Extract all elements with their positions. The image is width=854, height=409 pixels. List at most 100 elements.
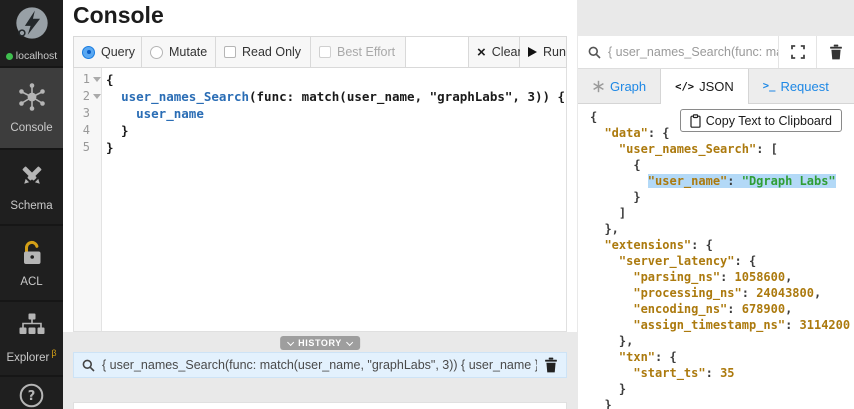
json-line: "txn": { (618, 350, 677, 364)
history-entry-text: { user_names_Search(func: match(user_nam… (102, 358, 537, 372)
radio-selected-icon (82, 45, 95, 59)
tree-icon (18, 313, 46, 343)
code-line: 1{ (82, 72, 114, 87)
results-query-bar: { user_names_Search(func: match(... (578, 36, 854, 69)
lock-icon (19, 239, 45, 271)
run-button-label: Run (543, 45, 566, 59)
history-toggle[interactable]: HISTORY (280, 336, 360, 350)
json-line: "parsing_ns": 1058600, (633, 270, 793, 284)
json-line: } (590, 382, 627, 396)
chevron-down-icon (345, 338, 353, 346)
sidebar-item-localhost[interactable]: localhost (0, 0, 63, 66)
json-lines: { "data": { "user_names_Search": [ { "us… (590, 109, 854, 409)
json-line: "start_ts": 35 (633, 366, 735, 380)
json-line: } (590, 190, 641, 204)
tab-graph[interactable]: Graph (578, 69, 660, 103)
fold-arrow-icon[interactable] (92, 77, 101, 82)
ratel-console-screen: localhost Console Schema ACL Explorer β … (0, 0, 854, 409)
results-panel: { user_names_Search(func: match(... (578, 0, 854, 409)
json-line: }, (590, 222, 619, 236)
json-view[interactable]: { "data": { "user_names_Search": [ { "us… (578, 104, 854, 409)
play-icon (528, 47, 537, 57)
terminal-icon: >_ (762, 80, 776, 92)
sidebar-item-help[interactable]: ? (0, 375, 63, 409)
results-tabs: Graph </> JSON >_ Request (578, 69, 854, 104)
console-panel: Console Query Mutate Read Only Best Effo… (63, 0, 577, 409)
json-line: { (590, 158, 641, 172)
read-only-label: Read Only (242, 45, 302, 59)
code-line: 3 user_name (82, 106, 204, 121)
fold-arrow-icon[interactable] (92, 94, 101, 99)
chevron-down-icon (287, 338, 295, 346)
clipboard-icon (690, 113, 701, 128)
sidebar: localhost Console Schema ACL Explorer β … (0, 0, 63, 409)
sidebar-item-schema[interactable]: Schema (0, 148, 63, 224)
graph-icon (592, 80, 605, 93)
json-line: "server_latency": { (618, 254, 757, 268)
json-line: ] (590, 206, 627, 220)
json-line: "processing_ns": 24043800, (633, 286, 822, 300)
toolbar-spacer (406, 37, 469, 67)
connection-status-dot (5, 52, 13, 60)
search-icon (82, 359, 95, 372)
copy-button-label: Copy Text to Clipboard (705, 113, 832, 128)
sidebar-item-label: Schema (10, 200, 53, 212)
dgraph-logo-icon (13, 4, 51, 47)
json-line: "encoding_ns": 678900, (633, 302, 793, 316)
code-line: 2 user_names_Search(func: match(user_nam… (82, 89, 566, 104)
mutate-mode-label: Mutate (169, 45, 208, 59)
tab-json[interactable]: </> JSON (660, 69, 749, 104)
code-line: 4 } (82, 123, 129, 138)
clear-button[interactable]: × Clear (469, 37, 522, 67)
query-mode-label: Query (101, 45, 136, 59)
sidebar-item-label: Console (10, 122, 53, 134)
best-effort-checkbox[interactable]: Best Effort (311, 37, 406, 67)
query-mode-radio[interactable]: Query (74, 37, 142, 67)
code-icon: </> (675, 80, 695, 93)
page-title: Console (73, 2, 164, 28)
query-toolbar: Query Mutate Read Only Best Effort × Cle… (73, 36, 567, 68)
json-line: }, (590, 334, 634, 348)
sidebar-item-explorer[interactable]: Explorer β (0, 300, 63, 375)
code-line: 5} (82, 140, 114, 155)
results-query-preview: { user_names_Search(func: match(... (608, 45, 778, 59)
delete-result-button[interactable] (816, 36, 854, 68)
checkbox-icon (224, 46, 236, 58)
copy-to-clipboard-button[interactable]: Copy Text to Clipboard (679, 109, 842, 132)
fullscreen-icon (790, 45, 805, 59)
radio-unselected-icon (150, 45, 163, 59)
trash-icon (829, 44, 843, 60)
history-entry-partial[interactable] (73, 402, 567, 409)
history-toggle-label: HISTORY (298, 338, 342, 348)
search-icon (578, 46, 601, 59)
x-icon: × (477, 43, 486, 61)
sidebar-item-console[interactable]: Console (0, 66, 63, 148)
sidebar-item-acl[interactable]: ACL (0, 224, 63, 300)
run-button[interactable]: Run (520, 37, 566, 67)
svg-text:?: ? (28, 389, 36, 404)
tab-json-label: JSON (699, 79, 734, 94)
beta-badge: β (51, 348, 57, 359)
tab-graph-label: Graph (610, 78, 647, 94)
read-only-checkbox[interactable]: Read Only (216, 37, 311, 67)
sidebar-item-label: localhost (15, 50, 58, 62)
help-icon: ? (19, 383, 44, 409)
json-line: "assign_timestamp_ns": 3114200 (633, 318, 851, 332)
history-entry[interactable]: { user_names_Search(func: match(user_nam… (73, 352, 567, 378)
best-effort-label: Best Effort (337, 45, 396, 59)
mutate-mode-radio[interactable]: Mutate (142, 37, 216, 67)
pencils-icon (18, 162, 46, 195)
tab-request[interactable]: >_ Request (749, 69, 843, 103)
sidebar-item-label: ACL (20, 275, 43, 288)
sidebar-item-label: Explorer β (6, 348, 57, 364)
json-line: "user_name": "Dgraph Labs" (647, 174, 836, 188)
query-editor[interactable]: 1{ 2 user_names_Search(func: match(user_n… (73, 68, 567, 332)
checkbox-icon (319, 46, 331, 58)
network-icon (17, 82, 47, 117)
json-line: } (590, 398, 612, 409)
editor-lines: 1{ 2 user_names_Search(func: match(user_n… (74, 68, 566, 156)
json-line: "user_names_Search": [ (618, 142, 778, 156)
trash-icon[interactable] (544, 357, 558, 373)
tab-request-label: Request (780, 78, 829, 94)
fullscreen-button[interactable] (778, 36, 816, 68)
